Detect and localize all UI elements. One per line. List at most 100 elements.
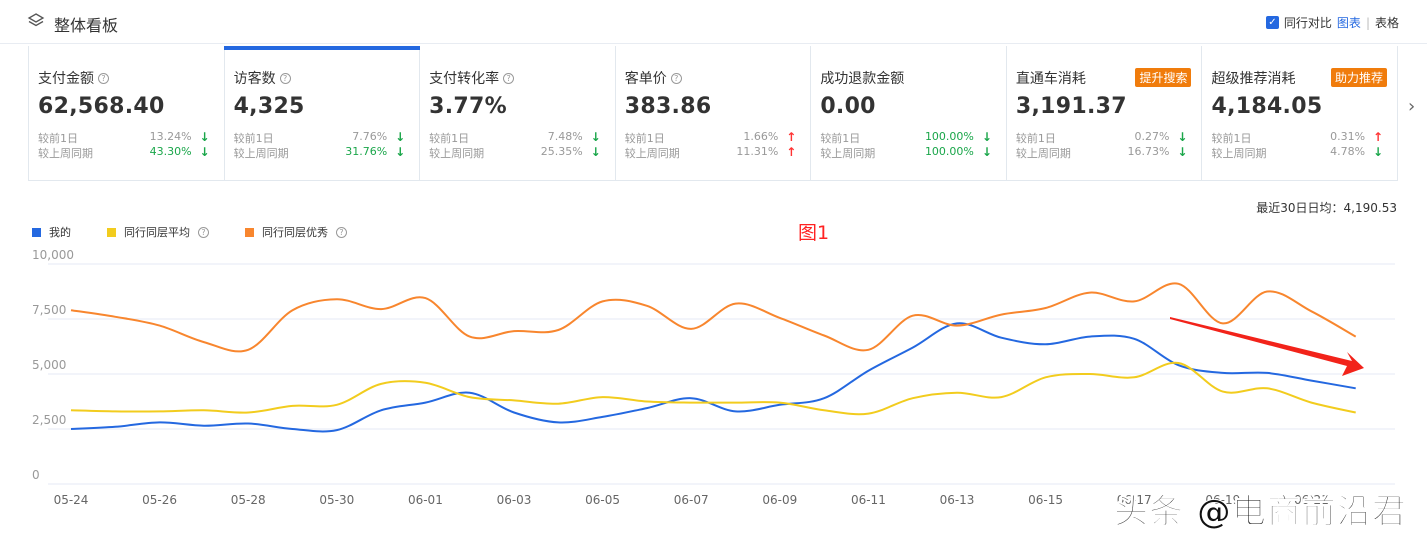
compare-value: 100.00% xyxy=(924,145,974,158)
metric-name: 支付转化率? xyxy=(429,68,615,88)
x-tick-label: 06-03 xyxy=(497,493,532,507)
compare-label: 较上周同期 xyxy=(1015,147,1071,160)
legend-label: 我的 xyxy=(49,226,71,239)
compare-label: 较上周同期 xyxy=(233,147,289,160)
chart-legend: 我的 同行同层平均? 同行同层优秀? xyxy=(32,224,383,240)
metric-value: 4,184.05 xyxy=(1211,94,1323,119)
x-tick-label: 05-24 xyxy=(54,493,89,507)
arrow-down-icon: ↓ xyxy=(590,145,601,159)
compare-label: 较前1日 xyxy=(1015,132,1056,145)
metric-name: 支付金额? xyxy=(38,68,224,88)
divider: | xyxy=(1365,15,1370,30)
promo-badge[interactable]: 助力推荐 xyxy=(1331,68,1388,87)
metric-card[interactable]: 支付转化率? 3.77% 较前1日 7.48% ↓ 较上周同期 25.35% ↓ xyxy=(420,46,616,180)
compare-label: 较前1日 xyxy=(624,132,665,145)
metric-card[interactable]: 支付金额? 62,568.40 较前1日 13.24% ↓ 较上周同期 43.30% ↓ xyxy=(29,46,225,180)
y-tick-label: 10,000 xyxy=(32,248,74,262)
legend-label: 同行同层平均 xyxy=(124,226,190,239)
compare-label: 较上周同期 xyxy=(624,147,680,160)
arrow-down-icon: ↓ xyxy=(1372,145,1384,159)
arrow-down-icon: ↓ xyxy=(981,130,992,144)
compare-label: 较前1日 xyxy=(820,132,861,145)
daily-average: 最近30日日均：4,190.53 xyxy=(1256,201,1397,215)
y-tick-label: 2,500 xyxy=(32,413,66,427)
layers-icon xyxy=(27,13,45,27)
legend-swatch xyxy=(32,227,41,237)
metric-value: 3.77% xyxy=(429,94,507,119)
x-tick-label: 06-01 xyxy=(408,493,443,507)
x-tick-label: 06-09 xyxy=(762,493,797,507)
help-icon[interactable]: ? xyxy=(279,72,291,84)
arrow-up-icon: ↑ xyxy=(786,145,797,159)
view-controls: ✓ 同行对比 图表 | 表格 xyxy=(1265,14,1399,31)
arrow-up-icon: ↑ xyxy=(1372,130,1384,144)
x-tick-label: 06-07 xyxy=(674,493,709,507)
arrow-down-icon: ↓ xyxy=(395,130,406,144)
legend-item[interactable]: 同行同层平均? xyxy=(107,224,209,240)
legend-label: 同行同层优秀 xyxy=(262,226,328,239)
view-table-link[interactable]: 表格 xyxy=(1375,14,1399,31)
x-tick-label: 06-13 xyxy=(940,493,975,507)
compare-checkbox[interactable]: ✓ xyxy=(1265,16,1279,29)
page-title: 整体看板 xyxy=(54,16,119,35)
series-line-1 xyxy=(70,361,1356,416)
promo-badge[interactable]: 提升搜索 xyxy=(1135,68,1192,87)
y-tick-label: 5,000 xyxy=(32,358,66,372)
help-icon[interactable]: ? xyxy=(503,72,515,84)
x-tick-label: 05-28 xyxy=(231,493,266,507)
help-icon[interactable]: ? xyxy=(670,72,682,84)
chevron-right-icon[interactable]: › xyxy=(1408,96,1415,117)
arrow-down-icon: ↓ xyxy=(1177,145,1188,159)
metric-value: 3,191.37 xyxy=(1015,94,1127,119)
help-icon[interactable]: ? xyxy=(98,72,109,84)
x-tick-label: 06-11 xyxy=(851,493,886,507)
watermark: 头条 @电商前沿君 xyxy=(1114,492,1407,533)
compare-value: 16.73% xyxy=(1127,145,1170,158)
metric-card[interactable]: 直通车消耗 提升搜索 3,191.37 较前1日 0.27% ↓ 较上周同期 16.73% ↓ xyxy=(1007,46,1203,180)
x-tick-label: 06-05 xyxy=(585,493,620,507)
compare-label: 较上周同期 xyxy=(820,147,876,160)
legend-swatch xyxy=(107,227,116,237)
legend-item[interactable]: 我的 xyxy=(32,224,71,240)
legend-item[interactable]: 同行同层优秀? xyxy=(245,224,347,240)
compare-label: 较前1日 xyxy=(429,132,470,145)
compare-value: 7.48% xyxy=(547,130,583,143)
metric-value: 62,568.40 xyxy=(38,94,165,119)
compare-label: 较前1日 xyxy=(233,132,274,145)
series-line-2 xyxy=(70,282,1357,353)
metric-value: 4,325 xyxy=(233,94,305,119)
arrow-down-icon: ↓ xyxy=(199,145,210,159)
metric-name: 客单价? xyxy=(625,68,811,88)
trend-arrow-icon xyxy=(1170,317,1364,376)
help-icon[interactable]: ? xyxy=(336,226,347,238)
view-chart-link[interactable]: 图表 xyxy=(1337,14,1361,31)
compare-label: 较前1日 xyxy=(1211,132,1252,145)
legend-swatch xyxy=(245,227,254,237)
compare-label: 较前1日 xyxy=(38,132,78,145)
x-tick-label: 06-15 xyxy=(1028,493,1063,507)
page-header: 整体看板 ✓ 同行对比 图表 | 表格 xyxy=(0,0,1427,44)
compare-value: 31.76% xyxy=(345,145,388,158)
metric-card[interactable]: 成功退款金额 0.00 较前1日 100.00% ↓ 较上周同期 100.00% ↓ xyxy=(811,46,1007,180)
compare-value: 25.35% xyxy=(540,145,583,158)
metric-card[interactable]: 客单价? 383.86 较前1日 1.66% ↑ 较上周同期 11.31% ↑ xyxy=(616,46,812,180)
arrow-up-icon: ↑ xyxy=(786,130,797,144)
compare-label: 较上周同期 xyxy=(1211,147,1267,160)
metric-value: 383.86 xyxy=(624,94,712,119)
arrow-down-icon: ↓ xyxy=(199,130,210,144)
compare-value: 0.31% xyxy=(1330,130,1366,143)
compare-label: 较上周同期 xyxy=(38,147,93,160)
help-icon[interactable]: ? xyxy=(198,226,209,238)
compare-value: 43.30% xyxy=(149,145,192,158)
compare-value: 0.27% xyxy=(1134,130,1170,143)
y-tick-label: 7,500 xyxy=(32,303,66,317)
compare-value: 13.24% xyxy=(149,130,192,143)
x-tick-label: 05-30 xyxy=(319,493,354,507)
compare-label: 较上周同期 xyxy=(429,147,485,160)
y-tick-label: 0 xyxy=(32,468,40,482)
metric-card[interactable]: 超级推荐消耗 助力推荐 4,184.05 较前1日 0.31% ↑ 较上周同期 4.78% ↓ xyxy=(1202,46,1397,180)
compare-label[interactable]: 同行对比 xyxy=(1284,14,1332,31)
metric-value: 0.00 xyxy=(820,94,876,119)
metric-card[interactable]: 访客数? 4,325 较前1日 7.76% ↓ 较上周同期 31.76% ↓ xyxy=(223,46,421,180)
metric-cards: 支付金额? 62,568.40 较前1日 13.24% ↓ 较上周同期 43.30% ↓ 访客数… xyxy=(28,46,1398,181)
